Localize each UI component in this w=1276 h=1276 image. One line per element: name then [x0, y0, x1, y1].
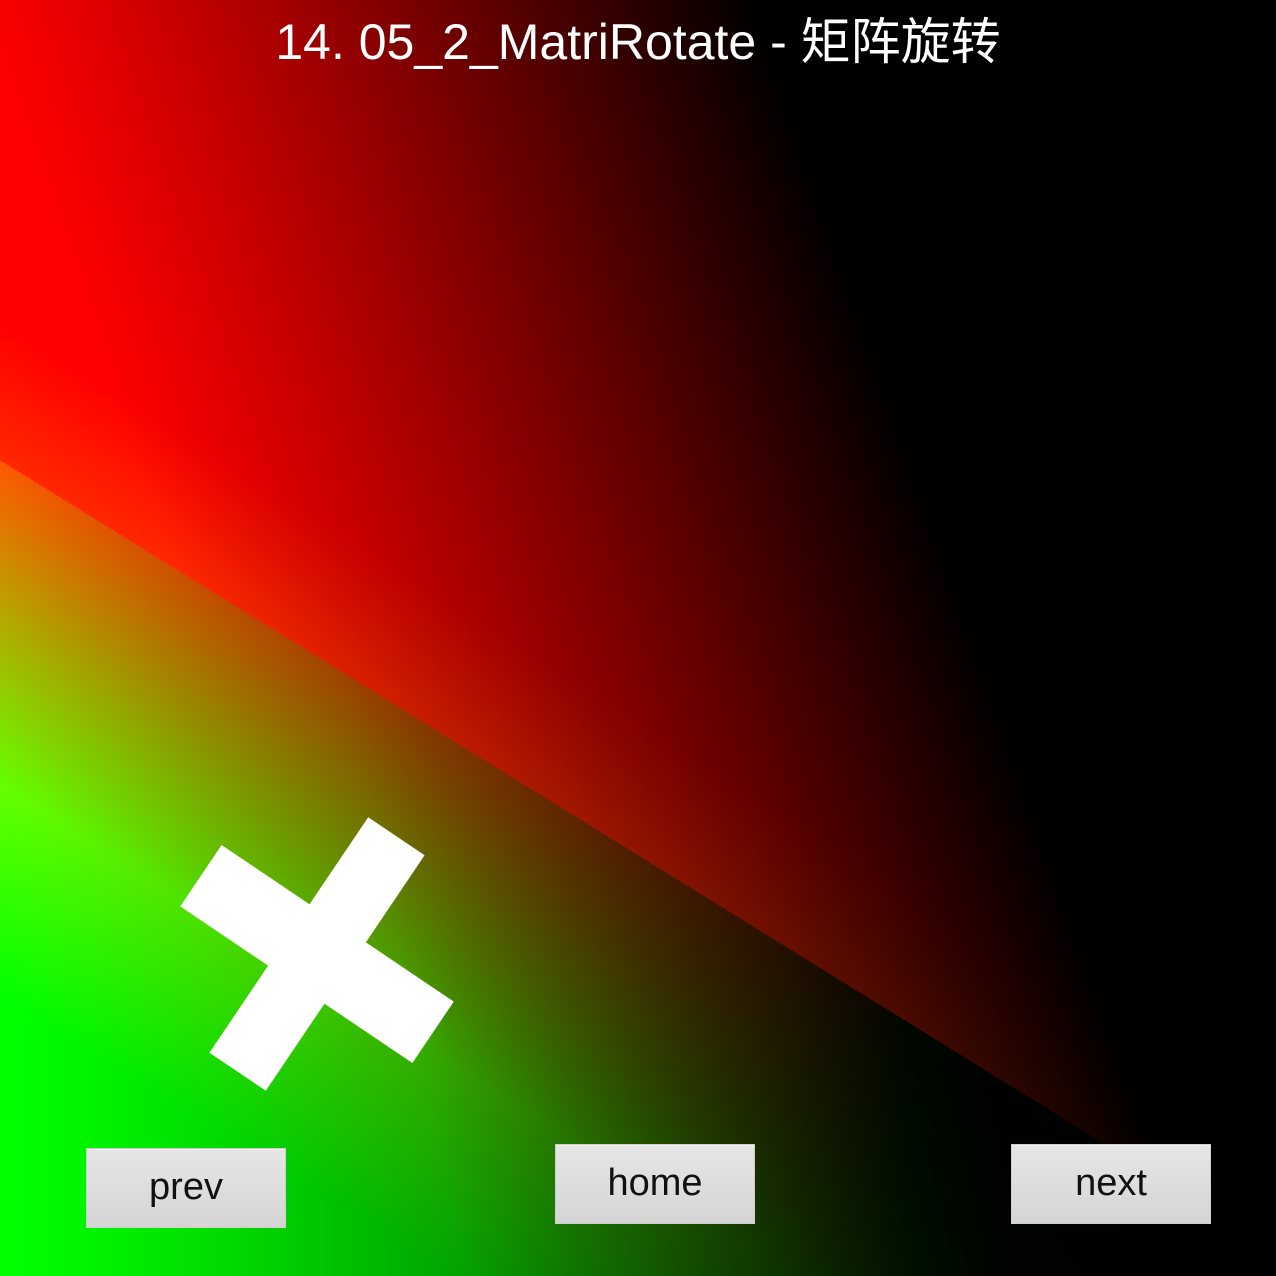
home-button[interactable]: home — [555, 1144, 755, 1224]
app-canvas: 14. 05_2_MatriRotate - 矩阵旋转 prev home ne… — [0, 0, 1276, 1276]
gradient-background — [0, 0, 1276, 1276]
next-button[interactable]: next — [1011, 1144, 1211, 1224]
prev-button[interactable]: prev — [86, 1148, 286, 1228]
page-title: 14. 05_2_MatriRotate - 矩阵旋转 — [275, 14, 1001, 70]
